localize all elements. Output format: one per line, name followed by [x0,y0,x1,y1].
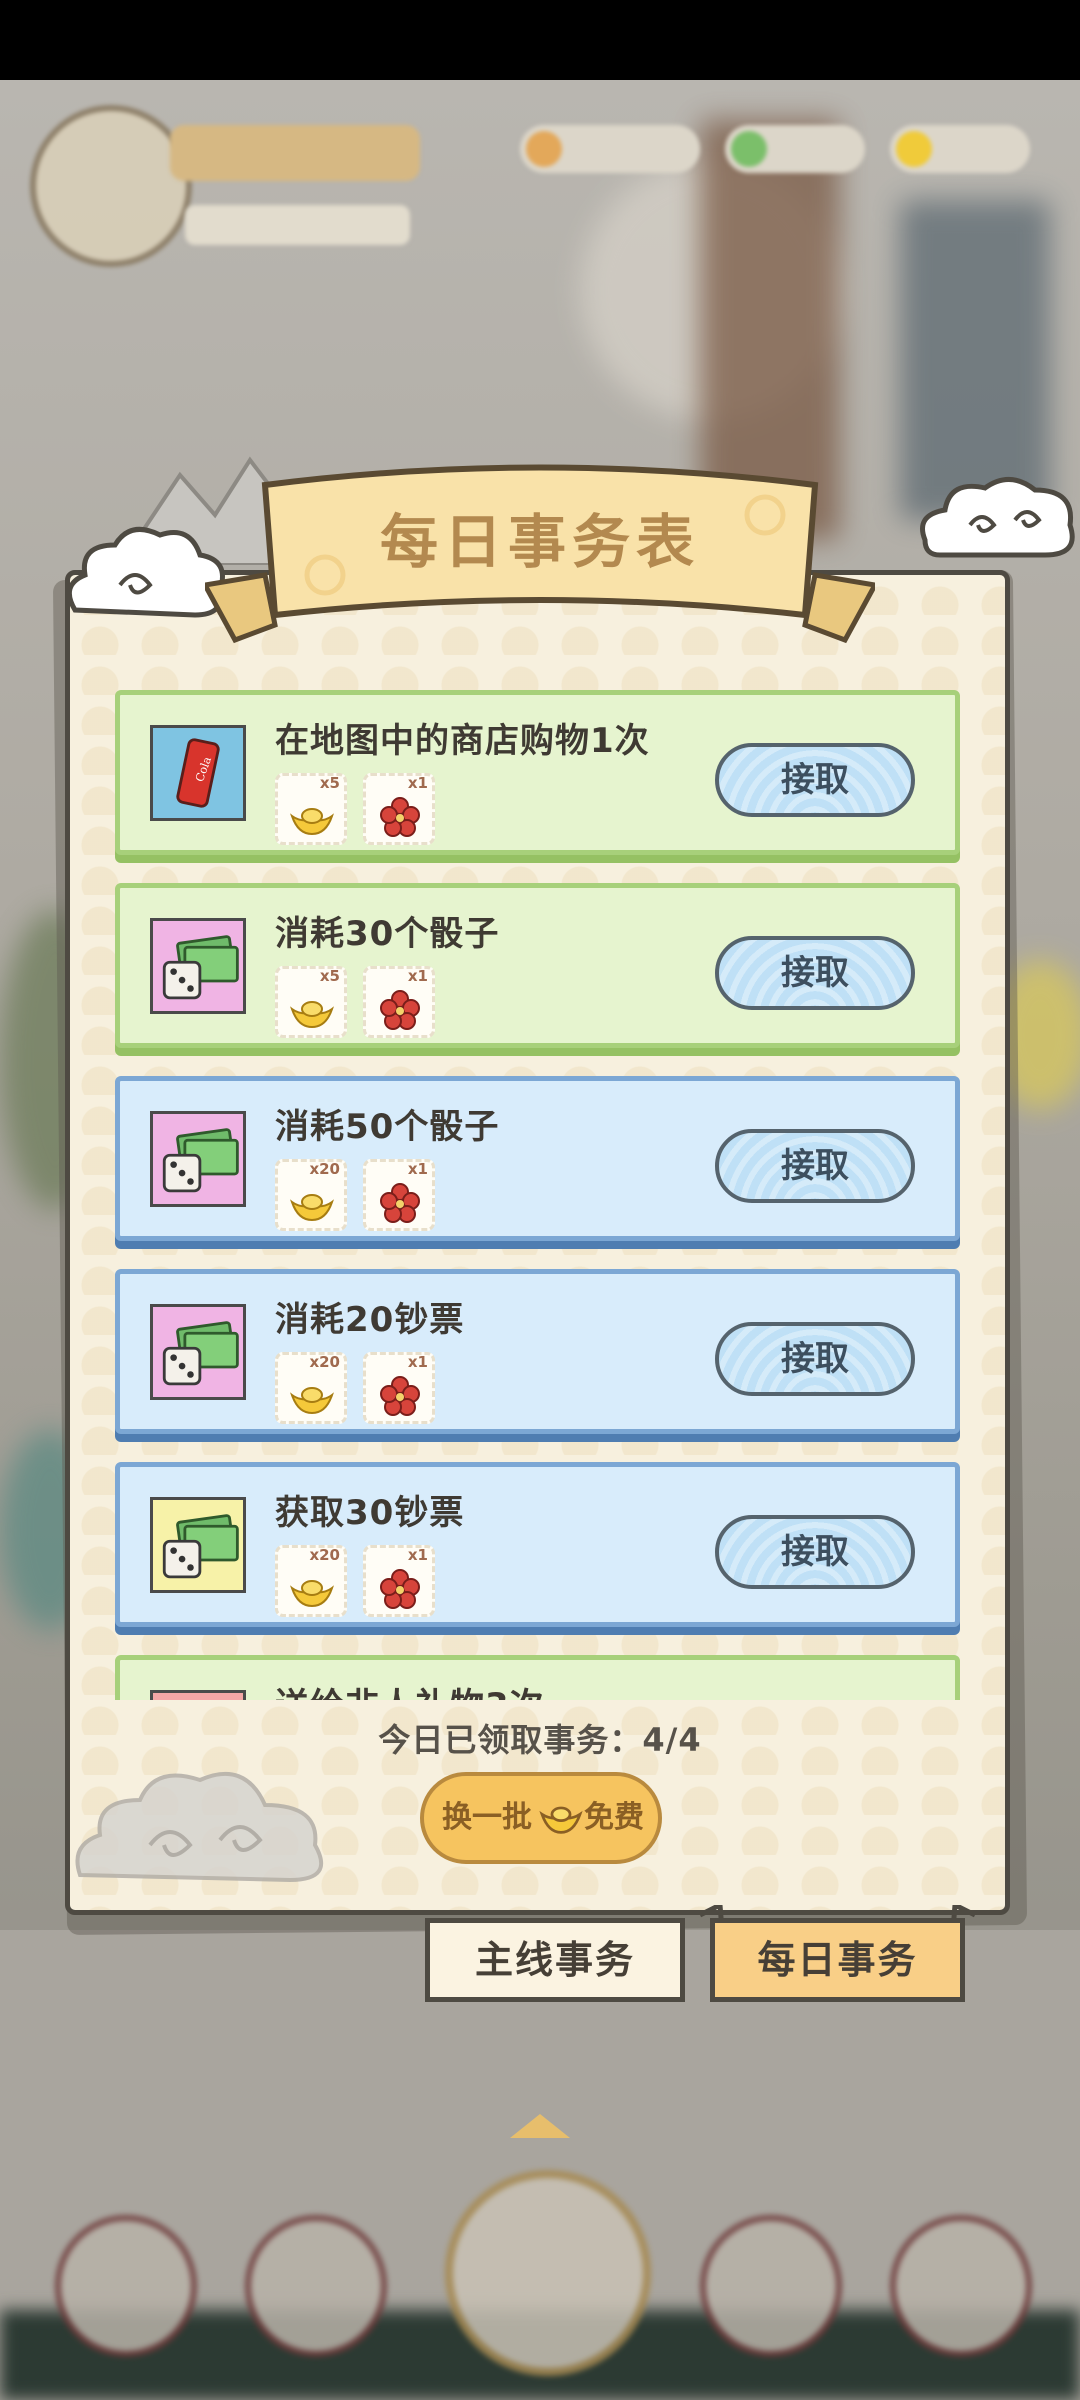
nav-button[interactable] [55,2215,197,2357]
gold-ingot-icon [290,1001,334,1029]
task-list[interactable]: Cola 在地图中的商店购物1次 x5 x1 接取 消耗30个骰子 x5 x1 [115,690,960,1700]
red-flower-icon [380,990,420,1030]
reward-gold-ingot: x20 [275,1545,347,1617]
gold-ingot-icon [539,1806,583,1834]
nav-button[interactable] [890,2215,1032,2357]
tab-daily-tasks-label: 每日事务 [757,1938,918,1982]
task-card: Cola 在地图中的商店购物1次 x5 x1 接取 [115,690,960,855]
accept-button[interactable]: 接取 [715,1322,915,1396]
player-subtitle-plate [185,205,410,245]
panel-title: 每日事务表 [379,508,700,576]
reward-red-flower: x1 [363,1545,435,1617]
reward-qty: x1 [407,774,428,792]
cloud-decoration-icon [920,477,1075,558]
accept-button-label: 接取 [781,1146,849,1186]
currency-cash[interactable] [725,125,865,173]
free-label: 免费 [584,1800,644,1835]
nav-button[interactable] [700,2215,842,2357]
up-arrow-icon [510,2114,570,2138]
cloud-decoration-icon [75,1771,324,1883]
currency-bun[interactable] [520,125,700,173]
reward-qty: x1 [407,1160,428,1178]
task-title: 消耗50个骰子 [275,1107,500,1147]
accept-button[interactable]: 接取 [715,1515,915,1589]
reward-qty: x20 [309,1353,340,1371]
tab-main-tasks[interactable]: 主线事务 [425,1918,685,2002]
accept-button-label: 接取 [781,953,849,993]
reward-red-flower: x1 [363,1159,435,1231]
currency-gold[interactable] [890,125,1030,173]
reward-qty: x5 [319,967,340,985]
reward-qty: x1 [407,1353,428,1371]
reward-gold-ingot: x20 [275,1352,347,1424]
reward-red-flower: x1 [363,1352,435,1424]
tab-main-tasks-label: 主线事务 [474,1938,635,1982]
bun-icon [526,131,562,167]
dice-cash-icon [150,1304,246,1400]
accept-button-label: 接取 [781,1339,849,1379]
refresh-label: 换一批 [442,1800,532,1835]
nav-button[interactable] [245,2215,387,2357]
reward-qty: x20 [309,1546,340,1564]
task-title: 消耗30个骰子 [275,914,500,954]
gold-ingot-icon [896,131,932,167]
reward-gold-ingot: x5 [275,773,347,845]
dice-cash-icon [150,918,246,1014]
task-card: 消耗20钞票 x20 x1 接取 [115,1269,960,1434]
red-flower-icon [380,1569,420,1609]
accept-button-label: 接取 [781,1532,849,1572]
red-flower-icon [380,1183,420,1223]
reward-qty: x1 [407,967,428,985]
cola-can-icon: Cola [150,725,246,821]
task-title: 在地图中的商店购物1次 [275,721,650,761]
task-card: 获取30钞票 x20 x1 接取 [115,1462,960,1627]
gold-ingot-icon [290,808,334,836]
task-card: 消耗50个骰子 x20 x1 接取 [115,1076,960,1241]
task-title: 获取30钞票 [275,1493,465,1533]
reward-gold-ingot: x20 [275,1159,347,1231]
task-card: 送给非人礼物3次 [115,1655,960,1700]
status-bar [0,0,1080,80]
accept-button-label: 接取 [781,760,849,800]
reward-gold-ingot: x5 [275,966,347,1038]
accept-button[interactable]: 接取 [715,1129,915,1203]
gold-ingot-icon [290,1194,334,1222]
gift-icon [150,1690,246,1700]
dice-roll-button[interactable] [445,2170,651,2376]
tab-daily-tasks[interactable]: 每日事务 [710,1918,965,2002]
dice-cash-icon [150,1497,246,1593]
player-avatar[interactable] [30,105,192,267]
reward-qty: x1 [407,1546,428,1564]
reward-qty: x5 [319,774,340,792]
cash-icon [731,131,767,167]
task-title: 消耗20钞票 [275,1300,465,1340]
red-flower-icon [380,1376,420,1416]
reward-red-flower: x1 [363,773,435,845]
red-flower-icon [380,797,420,837]
refresh-batch-button[interactable]: 换一批 免费 [420,1772,662,1864]
task-title: 送给非人礼物3次 [275,1678,545,1700]
gold-ingot-icon [290,1580,334,1608]
reward-red-flower: x1 [363,966,435,1038]
reward-qty: x20 [309,1160,340,1178]
accept-button[interactable]: 接取 [715,743,915,817]
accept-button[interactable]: 接取 [715,936,915,1010]
dice-cash-icon [150,1111,246,1207]
gold-ingot-icon [290,1387,334,1415]
player-name-plate[interactable] [170,125,420,181]
task-card: 消耗30个骰子 x5 x1 接取 [115,883,960,1048]
